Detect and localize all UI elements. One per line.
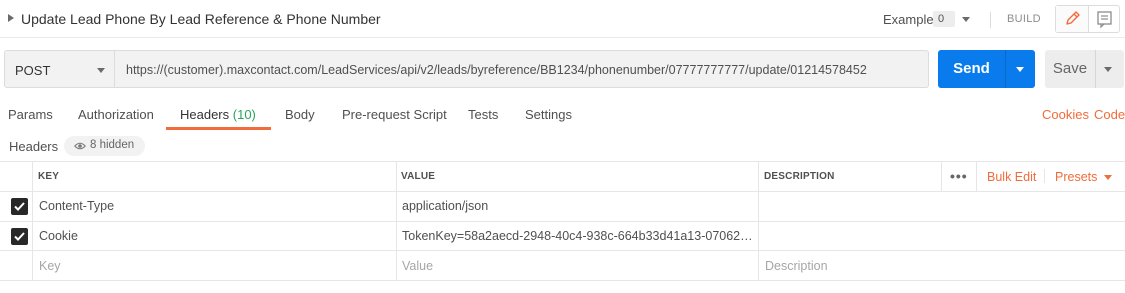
table-border: [0, 161, 1125, 162]
method-label: POST: [15, 63, 51, 78]
header-value-cell[interactable]: TokenKey=58a2aecd-2948-40c4-938c-664b33d…: [402, 229, 758, 243]
save-button-group: Save: [1045, 50, 1124, 88]
eye-icon: [74, 142, 86, 150]
header-key-cell[interactable]: Content-Type: [39, 199, 389, 213]
hidden-headers-toggle[interactable]: 8 hidden: [64, 136, 145, 156]
column-header-key: KEY: [38, 171, 60, 182]
send-button[interactable]: Send: [938, 50, 1005, 88]
mode-toggle: [1055, 5, 1120, 33]
tab-headers[interactable]: Headers (10): [180, 107, 256, 122]
tab-authorization[interactable]: Authorization: [78, 107, 154, 122]
table-border: [0, 250, 1125, 251]
column-header-description: DESCRIPTION: [764, 171, 835, 182]
tab-headers-count: (10): [232, 107, 256, 122]
url-text: https://(customer).maxcontact.com/LeadSe…: [126, 63, 867, 77]
new-key-input[interactable]: Key: [39, 259, 61, 273]
tab-body[interactable]: Body: [285, 107, 315, 122]
new-description-input[interactable]: Description: [765, 259, 828, 273]
request-title[interactable]: Update Lead Phone By Lead Reference & Ph…: [21, 11, 381, 27]
column-divider: [976, 161, 977, 191]
examples-count-badge: 0: [933, 11, 955, 27]
presets-chevron-down-icon[interactable]: [1104, 175, 1112, 180]
check-icon: [14, 202, 25, 211]
table-border: [0, 191, 1125, 192]
save-options-chevron-icon[interactable]: [1104, 67, 1112, 72]
hidden-count: 8 hidden: [90, 139, 135, 151]
check-icon: [14, 232, 25, 241]
divider: [1095, 50, 1096, 88]
url-input[interactable]: https://(customer).maxcontact.com/LeadSe…: [115, 50, 929, 88]
tab-params[interactable]: Params: [8, 107, 53, 122]
column-divider: [396, 161, 397, 281]
tab-settings[interactable]: Settings: [525, 107, 572, 122]
request-header-bar: Update Lead Phone By Lead Reference & Ph…: [0, 0, 1125, 38]
column-divider: [941, 161, 942, 191]
column-divider: [1044, 169, 1045, 183]
examples-dropdown-chevron-icon[interactable]: [962, 17, 970, 22]
header-value-cell[interactable]: application/json: [402, 199, 752, 213]
ellipsis-icon[interactable]: •••: [950, 168, 968, 184]
headers-section-label: Headers: [9, 139, 59, 154]
table-border: [0, 221, 1125, 222]
presets-link[interactable]: Presets: [1055, 170, 1097, 184]
headers-table: KEY VALUE DESCRIPTION ••• Bulk Edit Pres…: [0, 161, 1125, 281]
active-tab-indicator: [166, 127, 271, 130]
chevron-down-icon: [97, 68, 105, 73]
pencil-icon[interactable]: [1056, 6, 1088, 32]
row-checkbox[interactable]: [11, 228, 28, 245]
document-icon[interactable]: [1088, 6, 1120, 32]
divider: [990, 12, 991, 28]
method-select[interactable]: POST: [4, 50, 115, 88]
build-mode-label: BUILD: [1007, 13, 1041, 25]
column-divider: [32, 161, 33, 281]
tab-pre-request-script[interactable]: Pre-request Script: [342, 107, 447, 122]
cookies-link[interactable]: Cookies: [1042, 107, 1089, 122]
column-header-value: VALUE: [401, 171, 436, 182]
tab-tests[interactable]: Tests: [468, 107, 498, 122]
column-divider: [758, 161, 759, 281]
send-options-chevron-icon[interactable]: [1016, 67, 1024, 72]
header-key-cell[interactable]: Cookie: [39, 229, 389, 243]
row-checkbox[interactable]: [11, 198, 28, 215]
table-border: [0, 280, 1125, 281]
divider: [1005, 50, 1006, 88]
code-link[interactable]: Code: [1094, 107, 1125, 122]
save-button[interactable]: Save: [1045, 50, 1095, 88]
bulk-edit-link[interactable]: Bulk Edit: [987, 170, 1036, 184]
tab-headers-label: Headers: [180, 107, 230, 122]
send-button-group: Send: [938, 50, 1035, 88]
expand-arrow-icon[interactable]: [8, 14, 14, 22]
examples-label[interactable]: Examples: [883, 12, 940, 27]
new-value-input[interactable]: Value: [402, 259, 433, 273]
